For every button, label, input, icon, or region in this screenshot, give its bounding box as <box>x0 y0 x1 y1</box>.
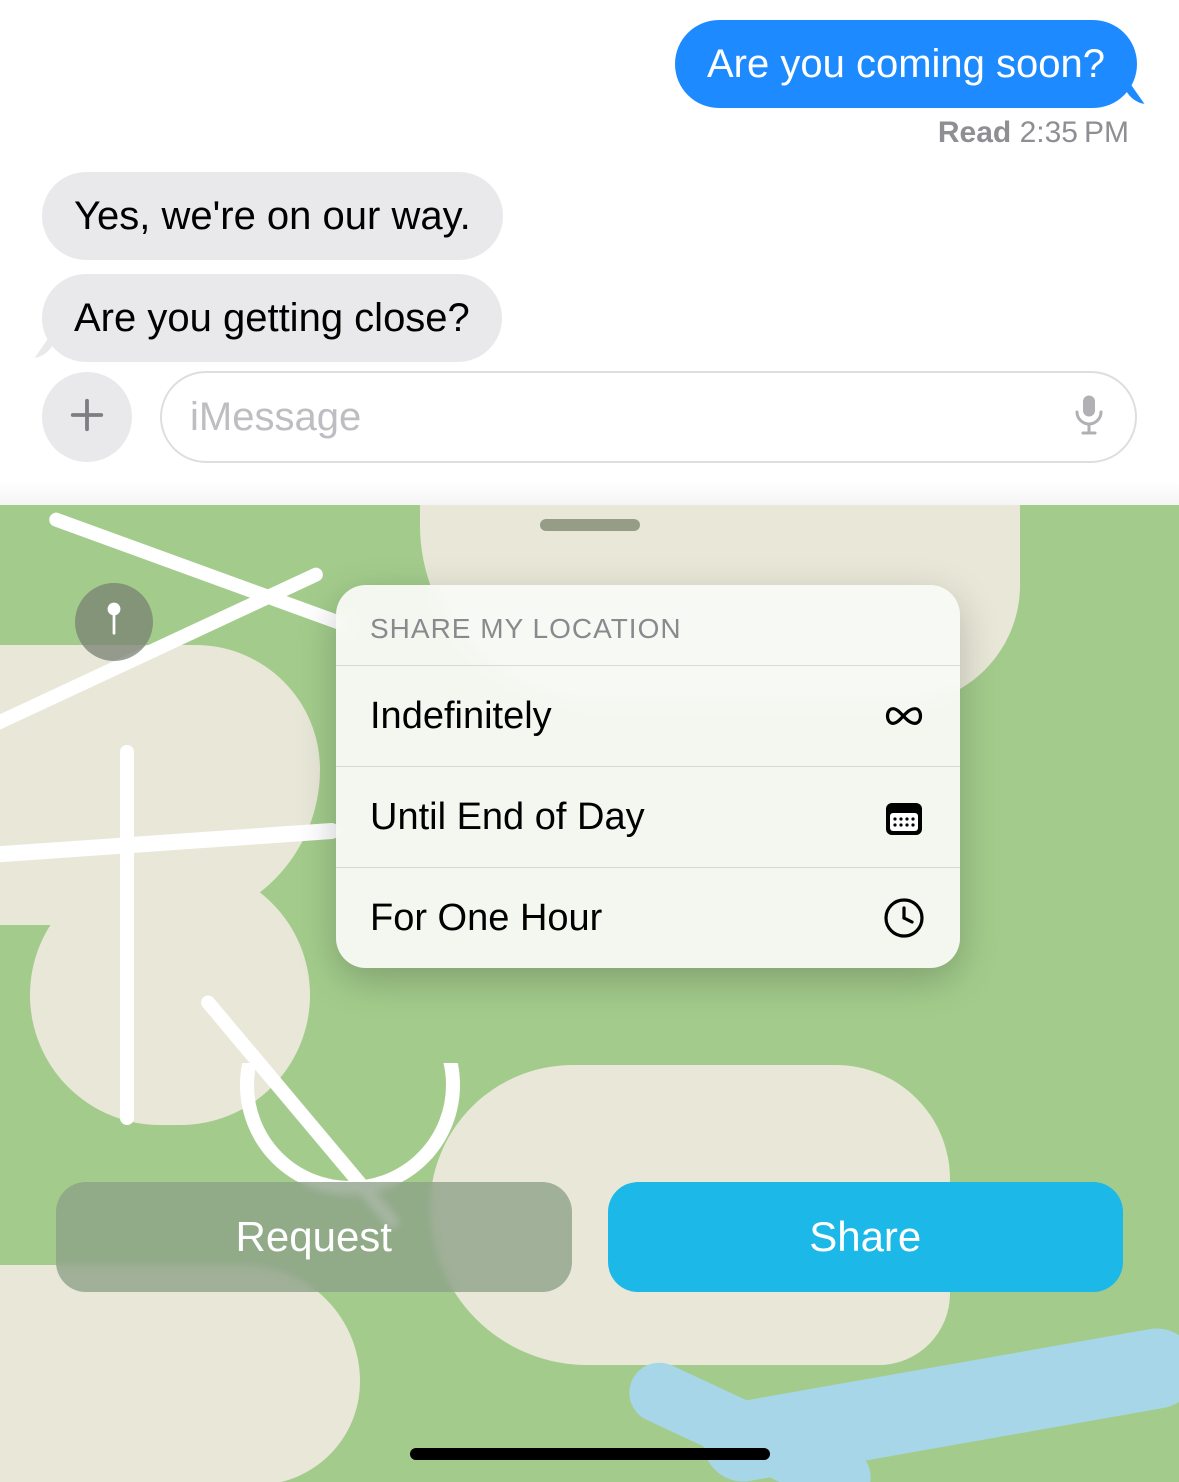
message-row-incoming: Yes, we're on our way. <box>0 172 1179 260</box>
button-label: Request <box>236 1213 392 1261</box>
map-pin-button[interactable] <box>75 583 153 661</box>
request-location-button[interactable]: Request <box>56 1182 572 1292</box>
message-bubble-incoming[interactable]: Yes, we're on our way. <box>42 172 503 260</box>
message-row-outgoing: Are you coming soon? <box>0 20 1179 108</box>
infinity-icon <box>882 694 926 738</box>
message-bubble-outgoing[interactable]: Are you coming soon? <box>675 20 1137 108</box>
message-bubble-incoming[interactable]: Are you getting close? <box>42 274 502 362</box>
share-option-one-hour[interactable]: For One Hour <box>336 868 960 968</box>
message-row-incoming: Are you getting close? <box>0 274 1179 362</box>
calendar-icon <box>882 795 926 839</box>
menu-item-label: Indefinitely <box>370 695 552 738</box>
add-attachment-button[interactable] <box>42 372 132 462</box>
button-label: Share <box>809 1213 921 1261</box>
panel-grabber[interactable] <box>540 519 640 531</box>
map-pin-icon <box>103 600 125 645</box>
menu-item-label: Until End of Day <box>370 796 645 839</box>
clock-icon <box>882 896 926 940</box>
read-receipt-time: 2:35 PM <box>1020 116 1129 149</box>
share-option-indefinitely[interactable]: Indefinitely <box>336 666 960 767</box>
share-menu-header: SHARE MY LOCATION <box>336 585 960 666</box>
location-panel: SHARE MY LOCATION Indefinitely Until End… <box>0 505 1179 1482</box>
compose-bar: iMessage <box>0 352 1179 482</box>
plus-icon <box>68 396 106 439</box>
compose-divider <box>0 482 1179 506</box>
share-location-menu: SHARE MY LOCATION Indefinitely Until End… <box>336 585 960 968</box>
message-input-placeholder: iMessage <box>190 395 1071 440</box>
home-indicator[interactable] <box>410 1448 770 1460</box>
read-receipt-status: Read <box>938 116 1011 149</box>
location-action-row: Request Share <box>56 1182 1123 1292</box>
share-option-end-of-day[interactable]: Until End of Day <box>336 767 960 868</box>
share-location-button[interactable]: Share <box>608 1182 1124 1292</box>
microphone-icon[interactable] <box>1071 392 1107 443</box>
conversation-area: Are you coming soon? Read 2:35 PM Yes, w… <box>0 0 1179 505</box>
read-receipt: Read 2:35 PM <box>0 116 1179 150</box>
message-input[interactable]: iMessage <box>160 371 1137 463</box>
menu-item-label: For One Hour <box>370 897 602 940</box>
